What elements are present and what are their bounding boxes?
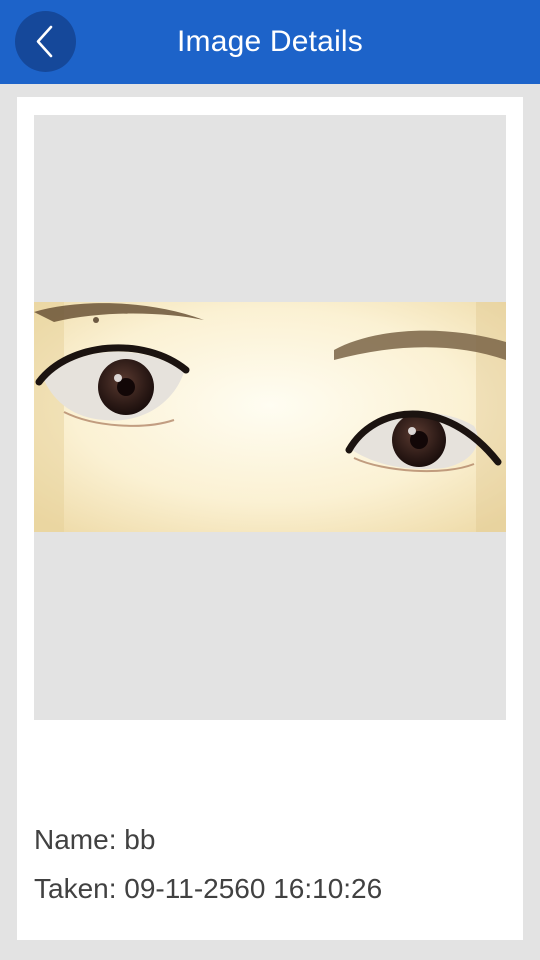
name-row: Name: bb [34,824,155,856]
taken-label: Taken: [34,873,117,904]
taken-row: Taken: 09-11-2560 16:10:26 [34,873,382,905]
name-label: Name: [34,824,117,855]
eyes-photo-graphic [34,302,506,532]
app-header: Image Details [0,0,540,84]
image-frame [34,115,506,720]
chevron-left-icon [36,25,53,58]
taken-value: 09-11-2560 16:10:26 [124,873,383,904]
back-button[interactable] [15,11,76,72]
page-title: Image Details [176,25,363,58]
image-details-card: Name: bb Taken: 09-11-2560 16:10:26 [17,97,523,940]
name-value: bb [124,824,156,855]
eyes-photo [34,302,506,532]
